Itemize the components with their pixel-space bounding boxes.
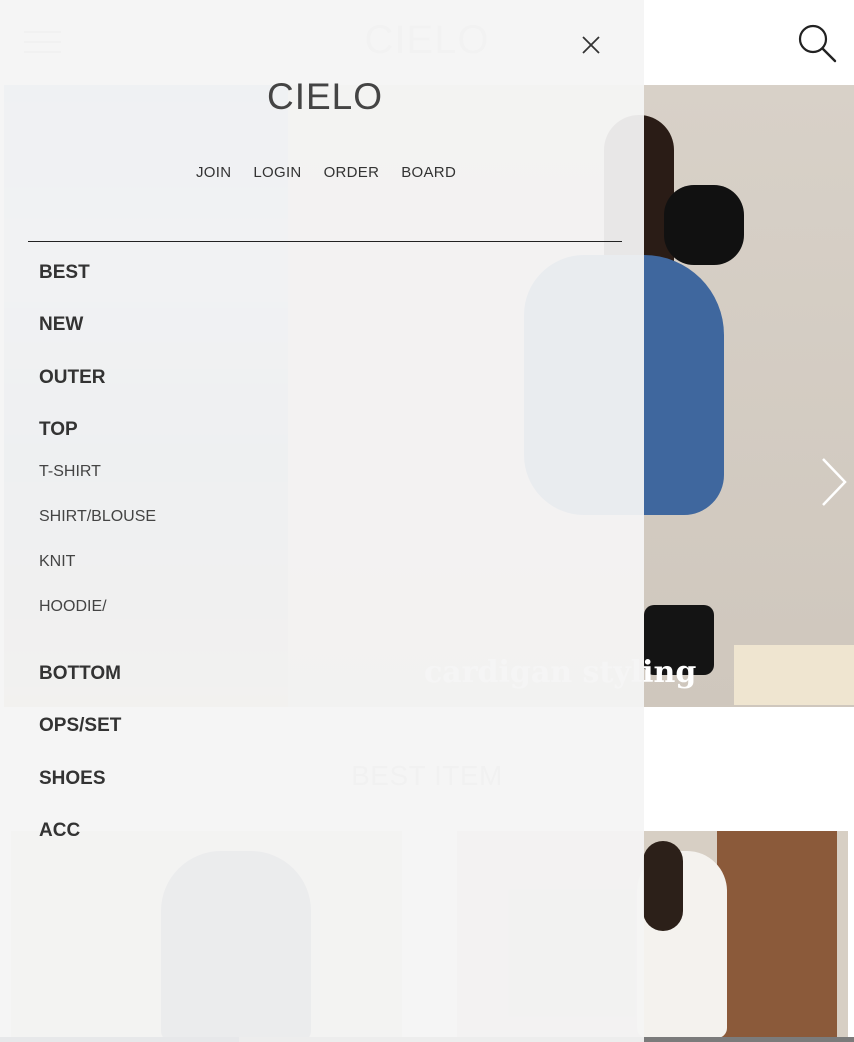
category-outer[interactable]: OUTER (39, 367, 106, 389)
hero-bow-shape (664, 185, 744, 265)
close-icon[interactable] (578, 32, 604, 58)
subcategory-hoodie[interactable]: HOODIE/ (39, 598, 107, 616)
login-link[interactable]: LOGIN (253, 164, 301, 181)
join-link[interactable]: JOIN (196, 164, 231, 181)
chevron-right-icon[interactable] (819, 457, 849, 507)
subcategory-shirt-blouse[interactable]: SHIRT/BLOUSE (39, 508, 156, 526)
product-image-background (717, 831, 837, 1038)
product-image-detail (643, 841, 683, 931)
page: CIELO cardigan styling BEST ITEM (0, 0, 854, 1042)
subcategory-knit[interactable]: KNIT (39, 553, 75, 571)
category-acc[interactable]: ACC (39, 820, 80, 842)
subcategory-t-shirt[interactable]: T-SHIRT (39, 463, 101, 481)
category-ops-set[interactable]: OPS/SET (39, 715, 121, 737)
category-top[interactable]: TOP (39, 419, 78, 441)
quick-links: JOIN LOGIN ORDER BOARD (196, 164, 456, 181)
drawer-divider (28, 241, 622, 242)
side-menu-drawer: CIELO JOIN LOGIN ORDER BOARD BEST NEW OU… (0, 0, 644, 1042)
category-shoes[interactable]: SHOES (39, 768, 106, 790)
drawer-logo[interactable]: CIELO (0, 76, 650, 118)
category-best[interactable]: BEST (39, 262, 90, 284)
board-link[interactable]: BOARD (401, 164, 456, 181)
category-new[interactable]: NEW (39, 314, 83, 336)
hero-book-shape (734, 645, 854, 705)
category-bottom[interactable]: BOTTOM (39, 663, 121, 685)
order-link[interactable]: ORDER (324, 164, 380, 181)
search-icon[interactable] (796, 22, 838, 64)
